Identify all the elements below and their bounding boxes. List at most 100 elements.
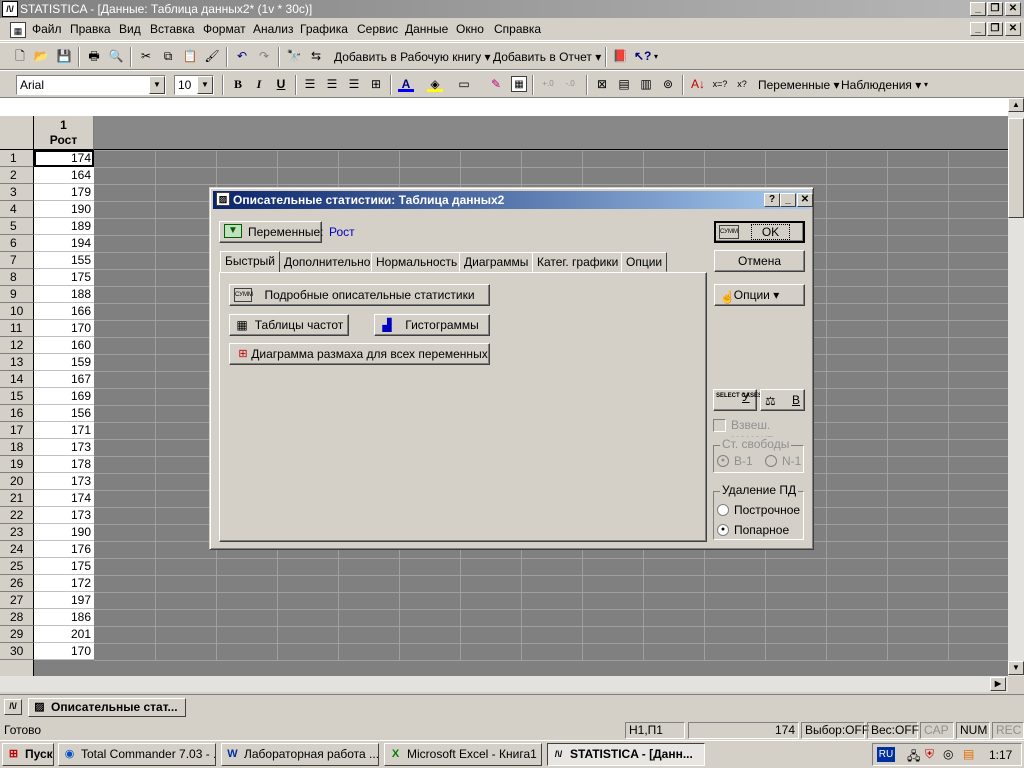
table-cell[interactable]: 160: [34, 337, 94, 354]
network-icon[interactable]: 🖧: [907, 747, 920, 768]
weighted-moments-checkbox[interactable]: [713, 419, 726, 432]
row-header[interactable]: 19: [0, 456, 34, 473]
spreadsheet-icon[interactable]: ▥: [638, 76, 654, 92]
row-header[interactable]: 18: [0, 439, 34, 456]
add-to-report-button[interactable]: Добавить в Отчет ▾: [493, 47, 601, 67]
table-cell[interactable]: 197: [34, 592, 94, 609]
row-header[interactable]: 5: [0, 218, 34, 235]
select-cases-button[interactable]: SELECT CASES У: [713, 389, 762, 411]
corner-cell[interactable]: [0, 116, 34, 150]
row-header[interactable]: 28: [0, 609, 34, 626]
row-header[interactable]: 20: [0, 473, 34, 490]
recode-icon[interactable]: x?: [734, 76, 750, 92]
table-cell[interactable]: 170: [34, 320, 94, 337]
vertical-scrollbar[interactable]: ▲ ▼: [1008, 98, 1024, 676]
taskbar-item-word[interactable]: W Лабораторная работа ...: [221, 743, 379, 766]
tab-normality[interactable]: Нормальность: [371, 252, 463, 272]
row-header[interactable]: 25: [0, 558, 34, 575]
table-cell[interactable]: 186: [34, 609, 94, 626]
font-color-icon[interactable]: A: [398, 76, 414, 92]
table-cell[interactable]: 171: [34, 422, 94, 439]
format-painter-icon[interactable]: 🖌: [204, 48, 220, 64]
doc-close-button[interactable]: ✕: [1005, 22, 1021, 36]
taskbar-item-totalcmd[interactable]: ◉ Total Commander 7.03 - ...: [58, 743, 216, 766]
pairwise-radio[interactable]: ●: [717, 524, 729, 536]
row-header[interactable]: 1: [0, 150, 34, 167]
formula-icon[interactable]: x=?: [712, 76, 728, 92]
minimize-button[interactable]: _: [970, 2, 986, 16]
volume-icon[interactable]: ◎: [943, 747, 953, 761]
scroll-thumb[interactable]: [1008, 118, 1024, 218]
grid-icon[interactable]: ▦: [511, 76, 527, 92]
fill-color-icon[interactable]: ◈: [427, 76, 443, 92]
row-header[interactable]: 27: [0, 592, 34, 609]
statistica-app-icon[interactable]: /\/: [2, 1, 18, 17]
redo-icon[interactable]: ↷: [256, 48, 272, 64]
print-preview-icon[interactable]: 🔍: [108, 48, 124, 64]
undo-icon[interactable]: ↶: [234, 48, 250, 64]
row-header[interactable]: 10: [0, 303, 34, 320]
row-header[interactable]: 8: [0, 269, 34, 286]
cases-menu[interactable]: Наблюдения ▾: [841, 75, 921, 95]
table-cell[interactable]: 194: [34, 235, 94, 252]
row-header[interactable]: 14: [0, 371, 34, 388]
row-header[interactable]: 21: [0, 490, 34, 507]
cancel-button[interactable]: Отмена: [714, 250, 805, 272]
menu-view[interactable]: Вид: [119, 22, 141, 36]
font-select[interactable]: Arial ▼: [16, 75, 166, 95]
doc-minimize-button[interactable]: _: [970, 22, 986, 36]
increase-decimal-icon[interactable]: +.0: [540, 76, 556, 92]
table-cell[interactable]: 159: [34, 354, 94, 371]
paste-icon[interactable]: 📋: [182, 48, 198, 64]
menu-window[interactable]: Окно: [456, 22, 484, 36]
new-icon[interactable]: 🗋: [12, 48, 28, 64]
table-cell[interactable]: 188: [34, 286, 94, 303]
border-icon[interactable]: ▭: [456, 76, 472, 92]
taskbar-item-statistica[interactable]: /\/ STATISTICA - [Данн...: [547, 743, 705, 766]
table-cell[interactable]: 164: [34, 167, 94, 184]
align-right-icon[interactable]: ☰: [346, 76, 362, 92]
options-button[interactable]: ☝ Опции ▾: [714, 284, 805, 306]
document-icon[interactable]: ▦: [10, 22, 26, 38]
table-cell[interactable]: 172: [34, 575, 94, 592]
stats-icon[interactable]: ⊚: [660, 76, 676, 92]
row-header[interactable]: 2: [0, 167, 34, 184]
df-n1-radio[interactable]: ●: [717, 455, 729, 467]
lang-indicator[interactable]: RU: [877, 747, 895, 762]
menu-format[interactable]: Формат: [203, 22, 246, 36]
row-header[interactable]: 24: [0, 541, 34, 558]
row-header[interactable]: 26: [0, 575, 34, 592]
font-size-select[interactable]: 10 ▼: [174, 75, 214, 95]
print-icon[interactable]: 🖶: [86, 48, 102, 64]
menu-data[interactable]: Данные: [405, 22, 448, 36]
table-cell[interactable]: 170: [34, 643, 94, 660]
align-center-icon[interactable]: ☰: [324, 76, 340, 92]
row-header[interactable]: 16: [0, 405, 34, 422]
table-cell[interactable]: 190: [34, 201, 94, 218]
row-header[interactable]: 7: [0, 252, 34, 269]
close-button[interactable]: ✕: [1005, 2, 1021, 16]
vars-icon[interactable]: ⊠: [594, 76, 610, 92]
boxplot-button[interactable]: ⊞ Диаграмма размаха для всех переменных: [229, 343, 490, 365]
row-header[interactable]: 17: [0, 422, 34, 439]
save-icon[interactable]: 💾: [56, 48, 72, 64]
table-cell[interactable]: 173: [34, 473, 94, 490]
menu-file[interactable]: Файл: [32, 22, 62, 36]
copy-icon[interactable]: ⧉: [160, 48, 176, 64]
row-header[interactable]: 15: [0, 388, 34, 405]
variables-menu[interactable]: Переменные ▾: [758, 75, 839, 95]
row-header[interactable]: 12: [0, 337, 34, 354]
tab-advanced[interactable]: Дополнительно: [279, 252, 376, 272]
menu-tools[interactable]: Сервис: [357, 22, 398, 36]
decrease-decimal-icon[interactable]: -.0: [562, 76, 578, 92]
table-cell[interactable]: 175: [34, 269, 94, 286]
menu-analysis[interactable]: Анализ: [253, 22, 294, 36]
table-cell[interactable]: 156: [34, 405, 94, 422]
histograms-button[interactable]: ▟ Гистограммы: [374, 314, 490, 336]
row-header[interactable]: 13: [0, 354, 34, 371]
tab-categ-graphs[interactable]: Катег. графики: [532, 252, 624, 272]
menu-graphics[interactable]: Графика: [300, 22, 348, 36]
mdi-tab-descriptive[interactable]: ▨ Описательные стат...: [28, 698, 186, 717]
chevron-down-icon[interactable]: ▼: [149, 76, 165, 94]
table-cell[interactable]: 166: [34, 303, 94, 320]
